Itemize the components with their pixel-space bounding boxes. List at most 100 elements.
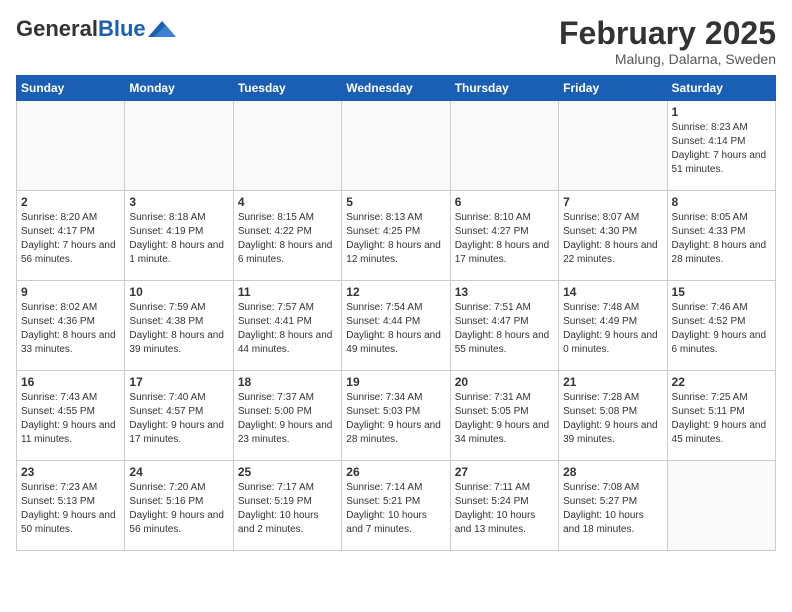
weekday-header-row: SundayMondayTuesdayWednesdayThursdayFrid…: [17, 76, 776, 101]
calendar-table: SundayMondayTuesdayWednesdayThursdayFrid…: [16, 75, 776, 551]
calendar-cell: 17 Sunrise: 7:40 AM Sunset: 4:57 PM Dayli…: [125, 371, 233, 461]
day-number: 7: [563, 195, 662, 209]
day-number: 25: [238, 465, 337, 479]
calendar-cell: 12 Sunrise: 7:54 AM Sunset: 4:44 PM Dayli…: [342, 281, 450, 371]
day-info: Sunrise: 7:11 AM Sunset: 5:24 PM Dayligh…: [455, 481, 554, 537]
calendar-cell: [667, 461, 775, 551]
weekday-header-monday: Monday: [125, 76, 233, 101]
calendar-cell: 19Sunrise: 7:34 AM Sunset: 5:03 PM Dayli…: [342, 371, 450, 461]
day-info: Sunrise: 8:18 AM Sunset: 4:19 PM Dayligh…: [129, 211, 228, 267]
calendar-cell: [233, 101, 341, 191]
day-info: Sunrise: 7:34 AM Sunset: 5:03 PM Dayligh…: [346, 391, 445, 447]
weekday-header-friday: Friday: [559, 76, 667, 101]
calendar-cell: [17, 101, 125, 191]
day-number: 18: [238, 375, 337, 389]
calendar-cell: 25 Sunrise: 7:17 AM Sunset: 5:19 PM Dayli…: [233, 461, 341, 551]
weekday-header-tuesday: Tuesday: [233, 76, 341, 101]
day-info: Sunrise: 7:31 AM Sunset: 5:05 PM Dayligh…: [455, 391, 554, 447]
calendar-cell: [450, 101, 558, 191]
week-row-2: 2Sunrise: 8:20 AM Sunset: 4:17 PM Daylig…: [17, 191, 776, 281]
calendar-cell: 24Sunrise: 7:20 AM Sunset: 5:16 PM Dayli…: [125, 461, 233, 551]
weekday-header-wednesday: Wednesday: [342, 76, 450, 101]
day-info: Sunrise: 7:57 AM Sunset: 4:41 PM Dayligh…: [238, 301, 337, 357]
calendar-cell: 22 Sunrise: 7:25 AM Sunset: 5:11 PM Dayli…: [667, 371, 775, 461]
day-info: Sunrise: 8:07 AM Sunset: 4:30 PM Dayligh…: [563, 211, 662, 267]
day-number: 15: [672, 285, 771, 299]
day-info: Sunrise: 7:37 AM Sunset: 5:00 PM Dayligh…: [238, 391, 337, 447]
calendar-cell: 13 Sunrise: 7:51 AM Sunset: 4:47 PM Dayli…: [450, 281, 558, 371]
calendar-cell: 28Sunrise: 7:08 AM Sunset: 5:27 PM Dayli…: [559, 461, 667, 551]
calendar-cell: 5 Sunrise: 8:13 AM Sunset: 4:25 PM Daylig…: [342, 191, 450, 281]
week-row-4: 16 Sunrise: 7:43 AM Sunset: 4:55 PM Dayli…: [17, 371, 776, 461]
calendar-cell: [342, 101, 450, 191]
logo-text: GeneralBlue: [16, 16, 146, 42]
day-number: 1: [672, 105, 771, 119]
day-number: 22: [672, 375, 771, 389]
calendar-cell: 20 Sunrise: 7:31 AM Sunset: 5:05 PM Dayli…: [450, 371, 558, 461]
day-number: 27: [455, 465, 554, 479]
calendar-cell: 3 Sunrise: 8:18 AM Sunset: 4:19 PM Daylig…: [125, 191, 233, 281]
calendar-cell: 16 Sunrise: 7:43 AM Sunset: 4:55 PM Dayli…: [17, 371, 125, 461]
calendar-title: February 2025: [559, 16, 776, 51]
page-header: GeneralBlue February 2025 Malung, Dalarn…: [16, 16, 776, 67]
week-row-3: 9 Sunrise: 8:02 AM Sunset: 4:36 PM Daylig…: [17, 281, 776, 371]
calendar-cell: 7 Sunrise: 8:07 AM Sunset: 4:30 PM Daylig…: [559, 191, 667, 281]
calendar-cell: 10Sunrise: 7:59 AM Sunset: 4:38 PM Dayli…: [125, 281, 233, 371]
calendar-cell: 27 Sunrise: 7:11 AM Sunset: 5:24 PM Dayli…: [450, 461, 558, 551]
logo: GeneralBlue: [16, 16, 176, 42]
day-number: 4: [238, 195, 337, 209]
weekday-header-sunday: Sunday: [17, 76, 125, 101]
calendar-cell: 8 Sunrise: 8:05 AM Sunset: 4:33 PM Daylig…: [667, 191, 775, 281]
day-info: Sunrise: 7:59 AM Sunset: 4:38 PM Dayligh…: [129, 301, 228, 357]
day-number: 3: [129, 195, 228, 209]
day-info: Sunrise: 7:28 AM Sunset: 5:08 PM Dayligh…: [563, 391, 662, 447]
day-info: Sunrise: 7:40 AM Sunset: 4:57 PM Dayligh…: [129, 391, 228, 447]
day-info: Sunrise: 7:17 AM Sunset: 5:19 PM Dayligh…: [238, 481, 337, 537]
day-number: 13: [455, 285, 554, 299]
day-info: Sunrise: 7:54 AM Sunset: 4:44 PM Dayligh…: [346, 301, 445, 357]
day-number: 12: [346, 285, 445, 299]
day-number: 21: [563, 375, 662, 389]
calendar-cell: [125, 101, 233, 191]
day-number: 26: [346, 465, 445, 479]
day-info: Sunrise: 7:51 AM Sunset: 4:47 PM Dayligh…: [455, 301, 554, 357]
day-number: 20: [455, 375, 554, 389]
weekday-header-thursday: Thursday: [450, 76, 558, 101]
logo-icon: [148, 19, 176, 39]
calendar-cell: 11Sunrise: 7:57 AM Sunset: 4:41 PM Dayli…: [233, 281, 341, 371]
week-row-1: 1 Sunrise: 8:23 AM Sunset: 4:14 PM Daylig…: [17, 101, 776, 191]
day-info: Sunrise: 8:02 AM Sunset: 4:36 PM Dayligh…: [21, 301, 120, 357]
day-info: Sunrise: 7:43 AM Sunset: 4:55 PM Dayligh…: [21, 391, 120, 447]
day-number: 24: [129, 465, 228, 479]
week-row-5: 23 Sunrise: 7:23 AM Sunset: 5:13 PM Dayli…: [17, 461, 776, 551]
day-info: Sunrise: 7:08 AM Sunset: 5:27 PM Dayligh…: [563, 481, 662, 537]
day-info: Sunrise: 8:05 AM Sunset: 4:33 PM Dayligh…: [672, 211, 771, 267]
day-number: 17: [129, 375, 228, 389]
day-number: 16: [21, 375, 120, 389]
calendar-cell: 9 Sunrise: 8:02 AM Sunset: 4:36 PM Daylig…: [17, 281, 125, 371]
calendar-cell: 21 Sunrise: 7:28 AM Sunset: 5:08 PM Dayli…: [559, 371, 667, 461]
day-number: 9: [21, 285, 120, 299]
day-info: Sunrise: 7:23 AM Sunset: 5:13 PM Dayligh…: [21, 481, 120, 537]
day-number: 8: [672, 195, 771, 209]
day-info: Sunrise: 7:48 AM Sunset: 4:49 PM Dayligh…: [563, 301, 662, 357]
calendar-cell: 26 Sunrise: 7:14 AM Sunset: 5:21 PM Dayli…: [342, 461, 450, 551]
day-number: 6: [455, 195, 554, 209]
calendar-cell: 23 Sunrise: 7:23 AM Sunset: 5:13 PM Dayli…: [17, 461, 125, 551]
calendar-cell: 15Sunrise: 7:46 AM Sunset: 4:52 PM Dayli…: [667, 281, 775, 371]
calendar-cell: 4 Sunrise: 8:15 AM Sunset: 4:22 PM Daylig…: [233, 191, 341, 281]
day-number: 2: [21, 195, 120, 209]
calendar-cell: [559, 101, 667, 191]
day-info: Sunrise: 8:15 AM Sunset: 4:22 PM Dayligh…: [238, 211, 337, 267]
weekday-header-saturday: Saturday: [667, 76, 775, 101]
day-info: Sunrise: 8:10 AM Sunset: 4:27 PM Dayligh…: [455, 211, 554, 267]
day-info: Sunrise: 8:13 AM Sunset: 4:25 PM Dayligh…: [346, 211, 445, 267]
day-info: Sunrise: 7:14 AM Sunset: 5:21 PM Dayligh…: [346, 481, 445, 537]
day-number: 14: [563, 285, 662, 299]
day-number: 23: [21, 465, 120, 479]
calendar-cell: 14 Sunrise: 7:48 AM Sunset: 4:49 PM Dayli…: [559, 281, 667, 371]
day-info: Sunrise: 7:25 AM Sunset: 5:11 PM Dayligh…: [672, 391, 771, 447]
day-info: Sunrise: 8:23 AM Sunset: 4:14 PM Dayligh…: [672, 121, 771, 177]
calendar-cell: 18 Sunrise: 7:37 AM Sunset: 5:00 PM Dayli…: [233, 371, 341, 461]
day-number: 5: [346, 195, 445, 209]
